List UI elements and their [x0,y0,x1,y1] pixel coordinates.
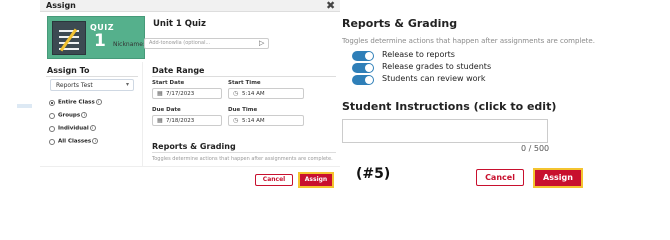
toggle-release-grades[interactable]: Release grades to students [352,62,532,74]
radio-entire-class[interactable]: Entire Class i [49,99,141,108]
clock-icon: ◷ [233,117,239,124]
chevron-down-icon: ▾ [126,81,130,88]
quiz-card-number: 1 [94,31,106,51]
start-date-value: 7/17/2023 [166,91,195,97]
assign-modal: Assign ✖ QUIZ 1 Unit 1 Quiz Nickname: Ad… [40,0,340,192]
radio-individual[interactable]: Individual i [49,125,141,134]
toggle-label: Release grades to students [382,62,492,71]
start-date-label: Start Date [152,80,185,86]
selection-highlight [17,104,32,108]
toggle-label: Students can review work [382,74,486,83]
toggle-switch[interactable] [352,63,374,73]
student-instructions-heading[interactable]: Student Instructions (click to edit) [342,100,556,113]
clock-icon: ◷ [233,90,239,97]
info-icon[interactable]: i [81,112,88,118]
send-icon[interactable]: ▷ [259,39,264,47]
toggle-knob [365,52,373,60]
quiz-notebook-icon [52,21,86,55]
modal-title: Assign [46,1,76,10]
cancel-button[interactable]: Cancel [476,169,524,186]
info-icon[interactable]: i [89,125,96,131]
radio-button[interactable] [49,113,55,119]
calendar-icon: ▦ [157,90,163,97]
divider [152,152,336,153]
quiz-card: QUIZ 1 [47,16,145,59]
start-time-label: Start Time [228,80,261,86]
radio-label: Individual [58,125,89,132]
start-date-field[interactable]: ▦ 7/17/2023 [152,88,222,99]
nickname-input[interactable]: Add-tonowlia (optional... ▷ [144,38,269,49]
due-date-label: Due Date [152,107,181,113]
radio-label: All Classes [58,138,92,145]
radio-groups[interactable]: Groups i [49,112,141,121]
due-date-value: 7/18/2023 [166,118,195,124]
due-time-value: 5:14 AM [242,118,265,124]
reports-grading-heading: Reports & Grading [152,142,236,151]
assign-button[interactable]: Assign [298,172,334,188]
divider [152,76,336,77]
radio-button[interactable] [49,126,55,132]
radio-label: Groups [58,112,81,119]
toggle-switch[interactable] [352,75,374,85]
reports-grading-title: Reports & Grading [342,17,458,30]
class-select[interactable]: Reports Test ▾ [50,79,134,91]
toggle-switch[interactable] [352,51,374,61]
toggle-label: Release to reports [382,50,455,59]
modal-footer [40,166,340,192]
due-date-field[interactable]: ▦ 7/18/2023 [152,115,222,126]
nickname-label: Nickname: [113,41,145,48]
nickname-placeholder: Add-tonowlia (optional... [149,40,211,46]
start-time-field[interactable]: ◷ 5:14 AM [228,88,304,99]
class-select-value: Reports Test [56,82,93,89]
radio-all-classes[interactable]: All Classes i [49,138,141,147]
due-time-field[interactable]: ◷ 5:14 AM [228,115,304,126]
toggle-review-work[interactable]: Students can review work [352,74,532,86]
close-icon[interactable]: ✖ [326,0,335,12]
student-instructions-textarea[interactable] [342,119,548,143]
modal-header: Assign ✖ [40,0,340,12]
start-time-value: 5:14 AM [242,91,265,97]
info-icon[interactable]: i [92,138,99,144]
radio-button[interactable] [49,100,55,106]
info-icon[interactable]: i [95,99,102,105]
radio-button[interactable] [49,139,55,145]
calendar-icon: ▦ [157,117,163,124]
assign-to-heading: Assign To [47,66,90,75]
quiz-title: Unit 1 Quiz [153,19,206,29]
radio-label: Entire Class [58,99,95,106]
due-time-label: Due Time [228,107,258,113]
date-range-heading: Date Range [152,66,205,75]
toggle-knob [365,64,373,72]
character-count: 0 / 500 [521,144,550,153]
reports-grading-desc: Toggles determine actions that happen af… [342,37,595,45]
cancel-button[interactable]: Cancel [255,174,293,186]
assign-button[interactable]: Assign [533,168,583,188]
step-label: (#5) [356,166,391,182]
reports-grading-description: Toggles determine actions that happen af… [152,156,333,162]
divider [46,76,138,77]
toggle-release-reports[interactable]: Release to reports [352,50,532,62]
toggle-knob [365,76,373,84]
